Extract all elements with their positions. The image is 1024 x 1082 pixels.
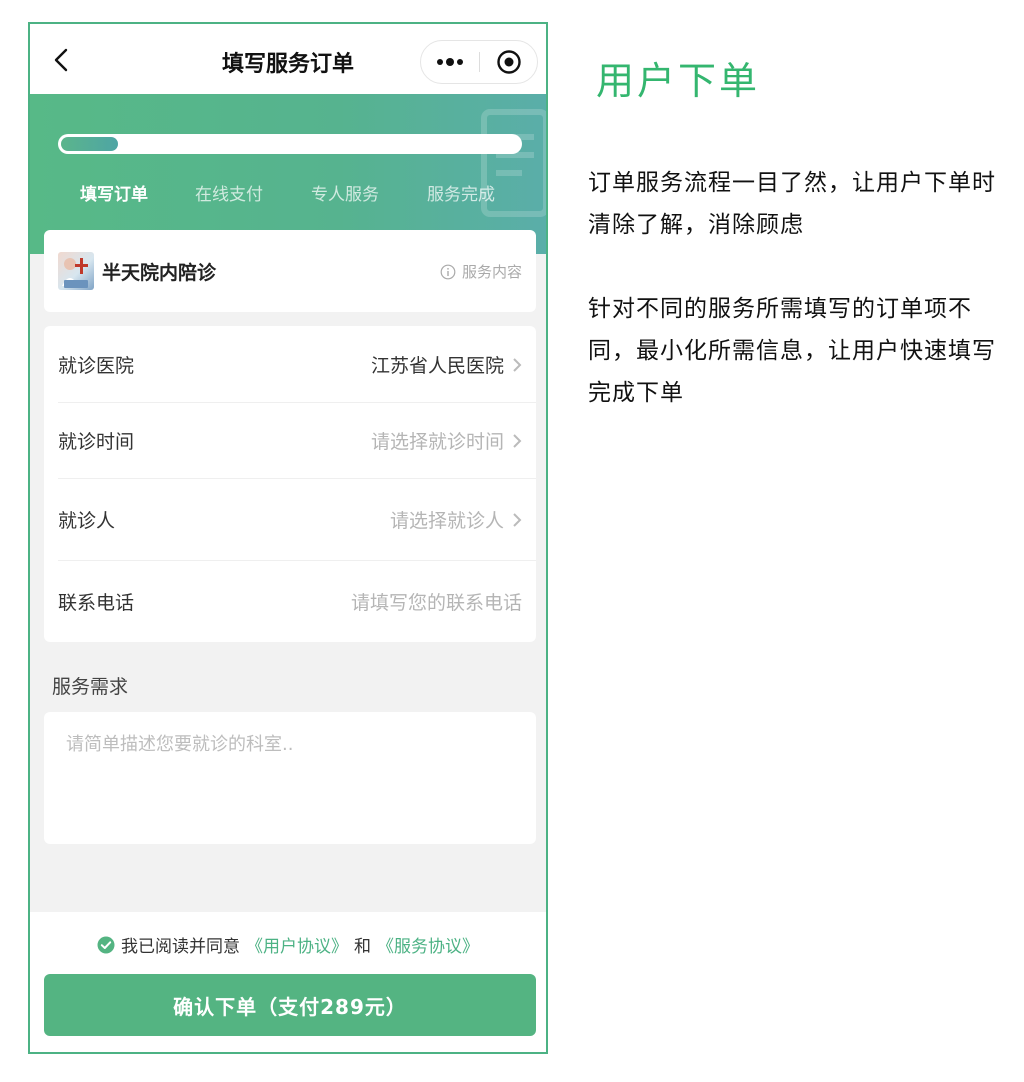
description-title: 用户下单 [596, 59, 761, 103]
form-row-phone[interactable]: 联系电话 请填写您的联系电话 [58, 560, 536, 642]
phone-screen: 填写服务订单 填写订单 在线支付 专人服务 服务完成 半天院内陪诊 服务内容 就… [28, 22, 548, 1054]
form-row-hospital[interactable]: 就诊医院 江苏省人民医院 [58, 326, 536, 403]
step-dedicated-service: 专人服务 [311, 185, 379, 205]
step-online-pay: 在线支付 [195, 185, 263, 205]
order-form: 就诊医院 江苏省人民医院 就诊时间 请选择就诊时间 就诊人 请选择就诊人 联系电… [44, 326, 536, 642]
service-info-label: 服务内容 [461, 263, 522, 281]
service-card: 半天院内陪诊 服务内容 [44, 230, 536, 312]
info-icon [440, 264, 456, 279]
user-agreement-link[interactable]: 《用户协议》 [246, 932, 348, 957]
step-labels: 填写订单 在线支付 专人服务 服务完成 [30, 180, 546, 210]
bottom-bar: 我已阅读并同意 《用户协议》和《服务协议》 确认下单（支付289元） [30, 912, 546, 1052]
requirements-placeholder: 请简单描述您要就诊的科室.. [66, 734, 294, 755]
step-service-done: 服务完成 [427, 185, 495, 205]
nav-bar: 填写服务订单 [30, 24, 546, 94]
chevron-right-icon [513, 357, 522, 372]
hospital-value: 江苏省人民医院 [370, 355, 504, 377]
agreement-row: 我已阅读并同意 《用户协议》和《服务协议》 [30, 932, 546, 957]
requirements-textarea[interactable]: 请简单描述您要就诊的科室.. [44, 712, 536, 844]
visit-time-placeholder: 请选择就诊时间 [370, 431, 504, 453]
form-row-patient[interactable]: 就诊人 请选择就诊人 [58, 478, 536, 561]
row-value: 请选择就诊人 [390, 506, 522, 533]
check-circle-icon[interactable] [97, 936, 115, 954]
service-thumbnail [58, 252, 94, 290]
patient-placeholder: 请选择就诊人 [389, 510, 504, 532]
form-row-visit-time[interactable]: 就诊时间 请选择就诊时间 [58, 402, 536, 479]
service-info-link[interactable]: 服务内容 [440, 261, 522, 282]
close-target-icon[interactable] [480, 41, 538, 83]
chevron-right-icon [513, 433, 522, 448]
row-label: 就诊时间 [58, 431, 135, 453]
agreement-text: 我已阅读并同意 [121, 937, 240, 957]
row-value: 请选择就诊时间 [371, 427, 522, 454]
description-paragraph-1: 订单服务流程一目了然，让用户下单时清除了解，消除顾虑 [588, 170, 996, 238]
confirm-order-button[interactable]: 确认下单（支付289元） [44, 974, 536, 1036]
phone-input[interactable]: 请填写您的联系电话 [351, 588, 522, 615]
mini-program-capsule [420, 40, 538, 84]
row-label: 就诊人 [58, 510, 116, 532]
requirements-label: 服务需求 [52, 676, 129, 698]
agreement-and: 和 [354, 937, 371, 957]
progress-bar [58, 134, 522, 154]
more-icon[interactable] [421, 41, 479, 83]
step-fill-order: 填写订单 [80, 185, 148, 205]
row-value: 江苏省人民医院 [371, 351, 522, 378]
service-name: 半天院内陪诊 [102, 262, 217, 284]
row-label: 就诊医院 [58, 355, 135, 377]
description-paragraph-2: 针对不同的服务所需填写的订单项不同，最小化所需信息，让用户快速填写完成下单 [588, 296, 996, 406]
chevron-right-icon [513, 512, 522, 527]
progress-fill [61, 137, 118, 151]
service-agreement-link[interactable]: 《服务协议》 [377, 932, 479, 957]
row-label: 联系电话 [58, 592, 135, 614]
